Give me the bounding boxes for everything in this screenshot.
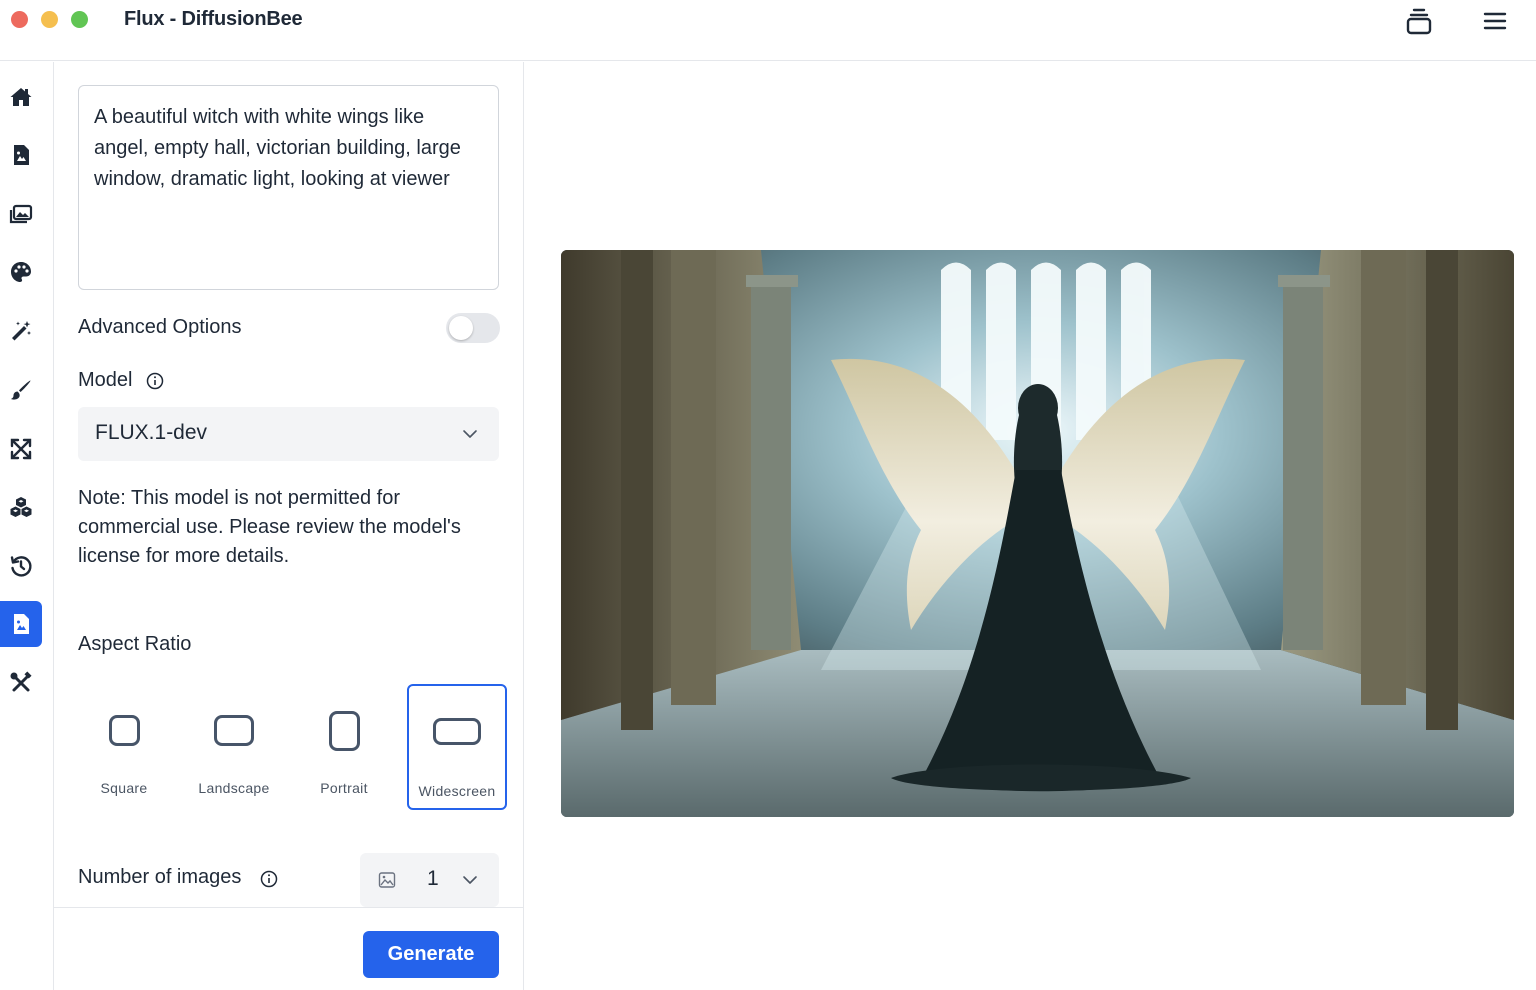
upscale-arrows-icon bbox=[10, 438, 32, 460]
text-to-image-icon bbox=[14, 145, 29, 165]
aspect-ratio-label-portrait: Portrait bbox=[320, 780, 368, 796]
sidebar-item-history[interactable] bbox=[0, 543, 42, 589]
generated-image[interactable] bbox=[561, 250, 1514, 817]
window-title: Flux - DiffusionBee bbox=[124, 8, 303, 30]
sidebar-item-inpaint[interactable] bbox=[0, 367, 42, 413]
hamburger-menu-icon bbox=[1483, 12, 1507, 30]
number-of-images-select[interactable]: 1 bbox=[360, 853, 499, 907]
aspect-ratio-label: Aspect Ratio bbox=[78, 633, 192, 655]
sidebar-item-text-to-image[interactable] bbox=[0, 132, 42, 178]
number-of-images-value: 1 bbox=[427, 867, 439, 890]
sidebar-item-flux[interactable] bbox=[0, 601, 42, 647]
aspect-ratio-portrait[interactable]: Portrait bbox=[294, 684, 394, 810]
sidebar-item-upscale[interactable] bbox=[0, 426, 42, 472]
advanced-options-label: Advanced Options bbox=[78, 316, 242, 338]
sidebar-item-styles[interactable] bbox=[0, 249, 42, 295]
stack-button[interactable] bbox=[1402, 4, 1436, 38]
cubes-icon bbox=[10, 497, 32, 517]
images-icon bbox=[9, 204, 33, 224]
flux-image-icon bbox=[14, 614, 29, 634]
sidebar-item-models[interactable] bbox=[0, 484, 42, 530]
zoom-window-button[interactable] bbox=[71, 11, 88, 28]
sidebar-item-home[interactable] bbox=[0, 74, 42, 120]
number-of-images-label: Number of images bbox=[78, 866, 242, 888]
sidebar-item-magic[interactable] bbox=[0, 308, 42, 354]
portrait-shape-icon bbox=[329, 711, 360, 751]
chevron-down-icon bbox=[463, 876, 477, 884]
advanced-options-toggle[interactable] bbox=[446, 313, 500, 343]
brush-icon bbox=[11, 380, 31, 400]
aspect-ratio-label-widescreen: Widescreen bbox=[418, 783, 496, 799]
info-icon[interactable] bbox=[146, 372, 164, 390]
home-icon bbox=[10, 88, 32, 106]
stack-icon bbox=[1406, 8, 1432, 35]
aspect-ratio-label-square: Square bbox=[100, 780, 148, 796]
minimize-window-button[interactable] bbox=[41, 11, 58, 28]
square-shape-icon bbox=[109, 715, 140, 746]
widescreen-shape-icon bbox=[433, 718, 481, 745]
info-icon[interactable] bbox=[260, 870, 278, 888]
prompt-input[interactable]: A beautiful witch with white wings like … bbox=[78, 85, 499, 290]
footer-divider bbox=[54, 907, 524, 908]
sidebar bbox=[0, 62, 54, 990]
license-note: Note: This model is not permitted for co… bbox=[78, 487, 461, 567]
sidebar-item-gallery[interactable] bbox=[0, 191, 42, 237]
menu-button[interactable] bbox=[1478, 4, 1512, 38]
aspect-ratio-square[interactable]: Square bbox=[74, 684, 174, 810]
close-window-button[interactable] bbox=[11, 11, 28, 28]
model-label: Model bbox=[78, 369, 133, 391]
model-select[interactable]: FLUX.1-dev bbox=[78, 407, 499, 461]
sidebar-item-settings[interactable] bbox=[0, 660, 42, 706]
image-icon bbox=[378, 872, 396, 888]
palette-icon bbox=[11, 262, 31, 282]
generate-button[interactable]: Generate bbox=[363, 931, 499, 978]
toggle-knob bbox=[449, 316, 473, 340]
magic-wand-icon bbox=[12, 321, 31, 341]
aspect-ratio-landscape[interactable]: Landscape bbox=[184, 684, 284, 810]
controls-panel: A beautiful witch with white wings like … bbox=[54, 62, 524, 990]
title-bar: Flux - DiffusionBee bbox=[0, 0, 1536, 61]
aspect-ratio-label-landscape: Landscape bbox=[198, 780, 270, 796]
history-icon bbox=[10, 556, 32, 577]
landscape-shape-icon bbox=[214, 715, 254, 746]
tools-icon bbox=[10, 671, 32, 692]
generated-image-canvas bbox=[561, 250, 1514, 817]
model-select-value: FLUX.1-dev bbox=[95, 421, 208, 444]
chevron-down-icon bbox=[463, 430, 477, 438]
aspect-ratio-widescreen[interactable]: Widescreen bbox=[407, 684, 507, 810]
